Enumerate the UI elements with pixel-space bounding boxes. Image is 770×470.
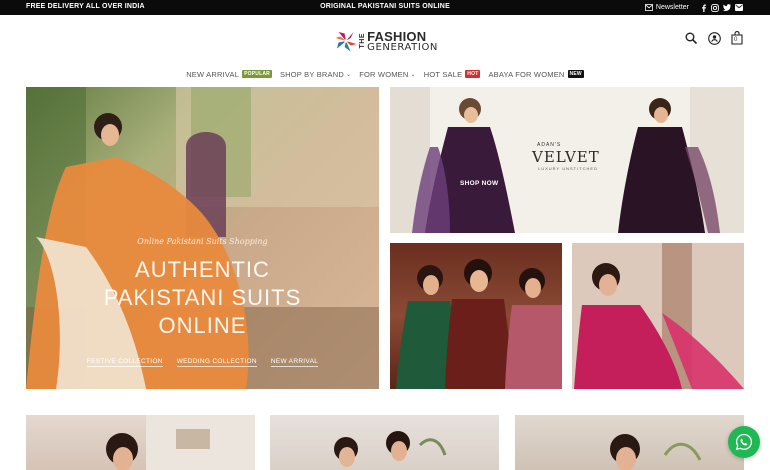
hero-line-1: AUTHENTIC [135, 257, 270, 282]
newsletter-link[interactable]: Newsletter [645, 4, 689, 12]
nav-label: SHOP BY BRAND [279, 69, 344, 79]
cart-icon[interactable]: 0 [730, 31, 744, 45]
product-image [334, 431, 447, 467]
velvet-subtitle: LUXURY UNSTITCHED [538, 166, 598, 171]
chevron-down-icon: ⌄ [345, 71, 352, 78]
product-image [106, 415, 255, 470]
product-card[interactable] [515, 415, 744, 470]
group-collection-banner[interactable] [390, 243, 562, 389]
logo-the: THE [359, 33, 367, 49]
facebook-icon[interactable] [699, 4, 707, 12]
topbar-right: Newsletter [645, 2, 743, 13]
instagram-icon[interactable] [711, 3, 719, 12]
nav-abaya-for-women[interactable]: ABAYA FOR WOMEN NEW [488, 68, 584, 80]
nav-for-women[interactable]: FOR WOMEN ⌄ [359, 68, 416, 80]
announcement-bar: FREE DELIVERY ALL OVER INDIA ORIGINAL PA… [0, 0, 770, 15]
main-navigation: NEW ARRIVAL POPULAR SHOP BY BRAND ⌄ FOR … [0, 68, 770, 80]
search-icon[interactable] [684, 31, 698, 45]
product-image [610, 434, 702, 470]
email-icon[interactable] [735, 4, 743, 12]
twitter-icon[interactable] [723, 4, 731, 12]
site-header: THE FASHION GENERATION 0 [0, 15, 770, 65]
group-collection-image [396, 259, 562, 389]
logo-generation: GENERATION [367, 41, 438, 53]
logo-flower-icon [335, 31, 357, 52]
nav-label: FOR WOMEN [359, 69, 409, 79]
velvet-banner[interactable]: ADAN'S VELVET LUXURY UNSTITCHED SHOP NOW [390, 87, 744, 233]
cart-count: 0 [734, 37, 738, 43]
pink-collection-banner[interactable] [572, 243, 744, 389]
header-icons: 0 [684, 31, 744, 45]
hero-banner[interactable]: Online Pakistani Suits Shopping AUTHENTI… [26, 87, 379, 389]
whatsapp-icon [735, 433, 753, 451]
account-icon[interactable] [707, 31, 721, 45]
hero-line-3: ONLINE [158, 313, 247, 338]
whatsapp-button[interactable] [728, 426, 760, 458]
free-delivery-text: FREE DELIVERY ALL OVER INDIA [26, 3, 145, 10]
shop-now-button[interactable]: SHOP NOW [460, 180, 498, 187]
popular-badge: POPULAR [242, 70, 272, 78]
newsletter-label: Newsletter [655, 4, 689, 11]
new-arrival-link[interactable]: NEW ARRIVAL [270, 358, 319, 367]
hero-line-2: PAKISTANI SUITS [103, 285, 302, 310]
logo-fashion: FASHION [367, 28, 427, 44]
chevron-down-icon: ⌄ [410, 71, 416, 78]
nav-label: ABAYA FOR WOMEN [488, 69, 565, 79]
mail-icon [645, 4, 653, 12]
nav-new-arrival[interactable]: NEW ARRIVAL POPULAR [186, 68, 272, 80]
hero-script: Online Pakistani Suits Shopping [137, 237, 268, 246]
product-card[interactable] [270, 415, 499, 470]
nav-label: HOT SALE [423, 69, 463, 79]
logo-words: FASHION GENERATION [367, 30, 438, 53]
nav-hot-sale[interactable]: HOT SALE HOT [424, 68, 481, 80]
hero-links: FESTIVE COLLECTION WEDDING COLLECTION NE… [26, 358, 379, 367]
nav-label: NEW ARRIVAL [186, 69, 240, 79]
product-card[interactable] [26, 415, 255, 470]
site-logo[interactable]: THE FASHION GENERATION [334, 23, 438, 59]
festive-collection-link[interactable]: FESTIVE COLLECTION [86, 358, 163, 367]
nav-shop-by-brand[interactable]: SHOP BY BRAND ⌄ [280, 68, 351, 80]
velvet-title: VELVET [532, 148, 600, 166]
pink-collection-image [572, 243, 744, 389]
new-badge: NEW [567, 70, 584, 78]
hot-badge: HOT [465, 70, 481, 78]
wedding-collection-link[interactable]: WEDDING COLLECTION [176, 358, 257, 367]
